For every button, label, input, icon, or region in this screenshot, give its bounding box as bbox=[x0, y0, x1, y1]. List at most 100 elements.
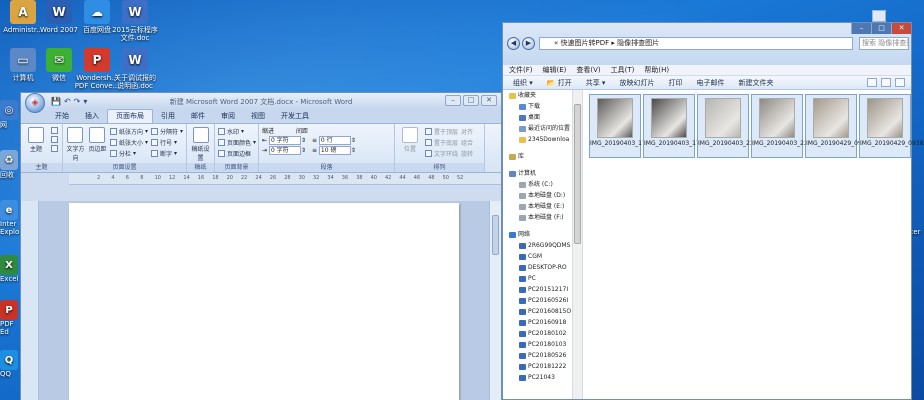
watermark-button[interactable]: 水印 ▾ bbox=[218, 127, 256, 136]
horizontal-ruler[interactable]: 2 4 6 8 10 12 14 16 18 20 22 24 26 28 30 32 34 36 38 40 42 44… bbox=[69, 173, 501, 185]
menu-item[interactable]: 编辑(E) bbox=[543, 65, 567, 75]
page-color-button[interactable]: 页面颜色 ▾ bbox=[218, 138, 256, 147]
breaks-button[interactable]: 分隔符 ▾ bbox=[150, 127, 183, 136]
command-bar-button[interactable]: 共享 ▾ bbox=[586, 76, 606, 89]
spacing-after-field[interactable]: ≡ 10 磅 ⇕ bbox=[312, 146, 356, 155]
word-title-bar[interactable]: ◈ 💾 ↶ ↷ ▾ 新建 Microsoft Word 2007 文档.docx… bbox=[21, 93, 501, 113]
minimize-button[interactable]: – bbox=[445, 95, 461, 106]
nav-item[interactable]: 下载 bbox=[503, 101, 572, 112]
paper-size-button[interactable]: 纸张大小 ▾ bbox=[109, 138, 148, 147]
address-bar[interactable]: « 快速图片转PDF ▸ 隐像排查图片 bbox=[539, 37, 853, 50]
desktop-shortcut[interactable]: ♻ 回收 bbox=[0, 150, 22, 180]
menu-item[interactable]: 查看(V) bbox=[576, 65, 600, 75]
maximize-button[interactable]: □ bbox=[463, 95, 479, 106]
nav-item[interactable]: PC20160526I bbox=[503, 295, 572, 306]
search-input[interactable]: 搜索 隐像排查图片 bbox=[859, 37, 909, 50]
orientation-button[interactable]: 纸张方向 ▾ bbox=[109, 127, 148, 136]
nav-item[interactable]: PC20180526 bbox=[503, 350, 572, 361]
theme-fonts-button[interactable] bbox=[51, 136, 58, 143]
explorer-window[interactable]: – □ ✕ ◀ ▶ « 快速图片转PDF ▸ 隐像排查图片 搜索 隐像排查图片 … bbox=[502, 22, 924, 400]
document-page[interactable] bbox=[69, 203, 459, 400]
menu-item[interactable]: 文件(F) bbox=[509, 65, 533, 75]
scrollbar-thumb[interactable] bbox=[492, 215, 499, 255]
desktop-shortcut[interactable]: P PDF Ed bbox=[0, 300, 22, 336]
nav-item[interactable]: 桌面 bbox=[503, 112, 572, 123]
command-bar-button[interactable]: 📂 打开 bbox=[547, 76, 572, 89]
command-bar-button[interactable]: 电子邮件 bbox=[696, 76, 724, 89]
nav-item[interactable]: PC20181222 bbox=[503, 361, 572, 372]
ribbon-tab[interactable]: 开发工具 bbox=[273, 110, 317, 123]
desktop-shortcut[interactable]: ◎ 网 bbox=[0, 100, 22, 130]
forward-button[interactable]: ▶ bbox=[522, 37, 535, 50]
minimize-button[interactable]: – bbox=[851, 23, 871, 34]
nav-item[interactable]: 收藏夹 bbox=[503, 90, 572, 101]
desktop-shortcut[interactable]: Q QQ bbox=[0, 350, 22, 378]
menu-item[interactable]: 工具(T) bbox=[611, 65, 635, 75]
close-button[interactable]: ✕ bbox=[891, 23, 911, 34]
nav-item[interactable]: PC20180102 bbox=[503, 328, 572, 339]
vertical-scrollbar[interactable] bbox=[489, 201, 501, 400]
theme-colors-button[interactable] bbox=[51, 127, 58, 134]
ribbon-tab[interactable]: 页面布局 bbox=[107, 109, 153, 123]
text-wrapping-button[interactable]: 文字环绕 bbox=[425, 149, 458, 158]
nav-item[interactable]: PC21043 bbox=[503, 372, 572, 383]
desktop-shortcut[interactable]: e Inter Explo bbox=[0, 200, 22, 236]
close-button[interactable]: ✕ bbox=[481, 95, 497, 106]
nav-item[interactable]: PC20160918 bbox=[503, 317, 572, 328]
help-icon[interactable] bbox=[895, 78, 905, 87]
menu-item[interactable]: 帮助(H) bbox=[644, 65, 669, 75]
ribbon-tab[interactable]: 引用 bbox=[153, 110, 183, 123]
file-item[interactable]: IMG_20190403_222622.jpg bbox=[751, 94, 834, 158]
nav-item[interactable]: 2345Downloa bbox=[503, 134, 572, 145]
vertical-ruler[interactable] bbox=[21, 201, 39, 400]
ribbon-tab[interactable]: 视图 bbox=[243, 110, 273, 123]
ribbon-tab[interactable]: 插入 bbox=[77, 110, 107, 123]
desktop-shortcut[interactable]: W 2015云标程序文件.doc bbox=[112, 0, 158, 42]
nav-item[interactable]: 本地磁盘 (D:) bbox=[503, 190, 572, 201]
command-bar-button[interactable]: 组织 ▾ bbox=[513, 76, 533, 89]
align-button[interactable]: 对齐 bbox=[461, 127, 473, 136]
nav-item[interactable]: 本地磁盘 (F:) bbox=[503, 212, 572, 223]
nav-item[interactable]: 系统 (C:) bbox=[503, 179, 572, 190]
nav-item[interactable]: 网络 bbox=[503, 229, 572, 240]
back-button[interactable]: ◀ bbox=[507, 37, 520, 50]
desktop-shortcut[interactable]: X Excel bbox=[0, 255, 22, 283]
change-view-icon[interactable] bbox=[867, 78, 877, 87]
ribbon-tab[interactable]: 邮件 bbox=[183, 110, 213, 123]
columns-button[interactable]: 分栏 ▾ bbox=[109, 149, 148, 158]
file-item[interactable]: IMG_20190429_093832.jpg bbox=[859, 94, 924, 158]
theme-effects-button[interactable] bbox=[51, 145, 58, 152]
ribbon-tab[interactable]: 开始 bbox=[47, 110, 77, 123]
maximize-button[interactable]: □ bbox=[871, 23, 891, 34]
indent-right-field[interactable]: ⇥ 0 字符 ⇕ bbox=[262, 146, 306, 155]
page-borders-button[interactable]: 页面边框 bbox=[218, 149, 256, 158]
nav-item[interactable]: PC20160815O bbox=[503, 306, 572, 317]
group-button[interactable]: 组合 bbox=[461, 138, 473, 147]
nav-item[interactable]: PC bbox=[503, 273, 572, 284]
nav-item[interactable]: DESKTOP-RO bbox=[503, 262, 572, 273]
nav-item[interactable]: CGM bbox=[503, 251, 572, 262]
nav-item[interactable]: 计算机 bbox=[503, 168, 572, 179]
rotate-button[interactable]: 旋转 bbox=[461, 149, 473, 158]
file-item[interactable]: IMG_20190403_170042.jpg bbox=[589, 94, 672, 158]
word-window[interactable]: ◈ 💾 ↶ ↷ ▾ 新建 Microsoft Word 2007 文档.docx… bbox=[20, 92, 502, 400]
preview-pane-icon[interactable] bbox=[881, 78, 891, 87]
nav-item[interactable]: PC20180103 bbox=[503, 339, 572, 350]
command-bar-button[interactable]: 打印 bbox=[668, 76, 682, 89]
send-to-back-button[interactable]: 置于底层 bbox=[425, 138, 458, 147]
nav-item[interactable]: 最近访问的位置 bbox=[503, 123, 572, 134]
explorer-title-bar[interactable]: – □ ✕ ◀ ▶ « 快速图片转PDF ▸ 隐像排查图片 搜索 隐像排查图片 bbox=[503, 23, 911, 65]
ribbon-tab[interactable]: 审阅 bbox=[213, 110, 243, 123]
file-item[interactable]: IMG_20190403_170054.jpg bbox=[643, 94, 726, 158]
nav-item[interactable]: 本地磁盘 (E:) bbox=[503, 201, 572, 212]
scrollbar-thumb[interactable] bbox=[574, 104, 581, 244]
spacing-before-field[interactable]: ≡ 0 行 ⇕ bbox=[312, 136, 356, 145]
file-item[interactable]: IMG_20190403_222611.jpg bbox=[697, 94, 780, 158]
nav-item[interactable]: 库 bbox=[503, 151, 572, 162]
line-numbers-button[interactable]: 行号 ▾ bbox=[150, 138, 183, 147]
file-item[interactable]: IMG_20190429_093813.jpg bbox=[805, 94, 888, 158]
bring-to-front-button[interactable]: 置于顶层 bbox=[425, 127, 458, 136]
navigation-scrollbar[interactable] bbox=[573, 90, 583, 399]
nav-item[interactable]: 2R6G99QDMS bbox=[503, 240, 572, 251]
nav-item[interactable]: PC20151217I bbox=[503, 284, 572, 295]
